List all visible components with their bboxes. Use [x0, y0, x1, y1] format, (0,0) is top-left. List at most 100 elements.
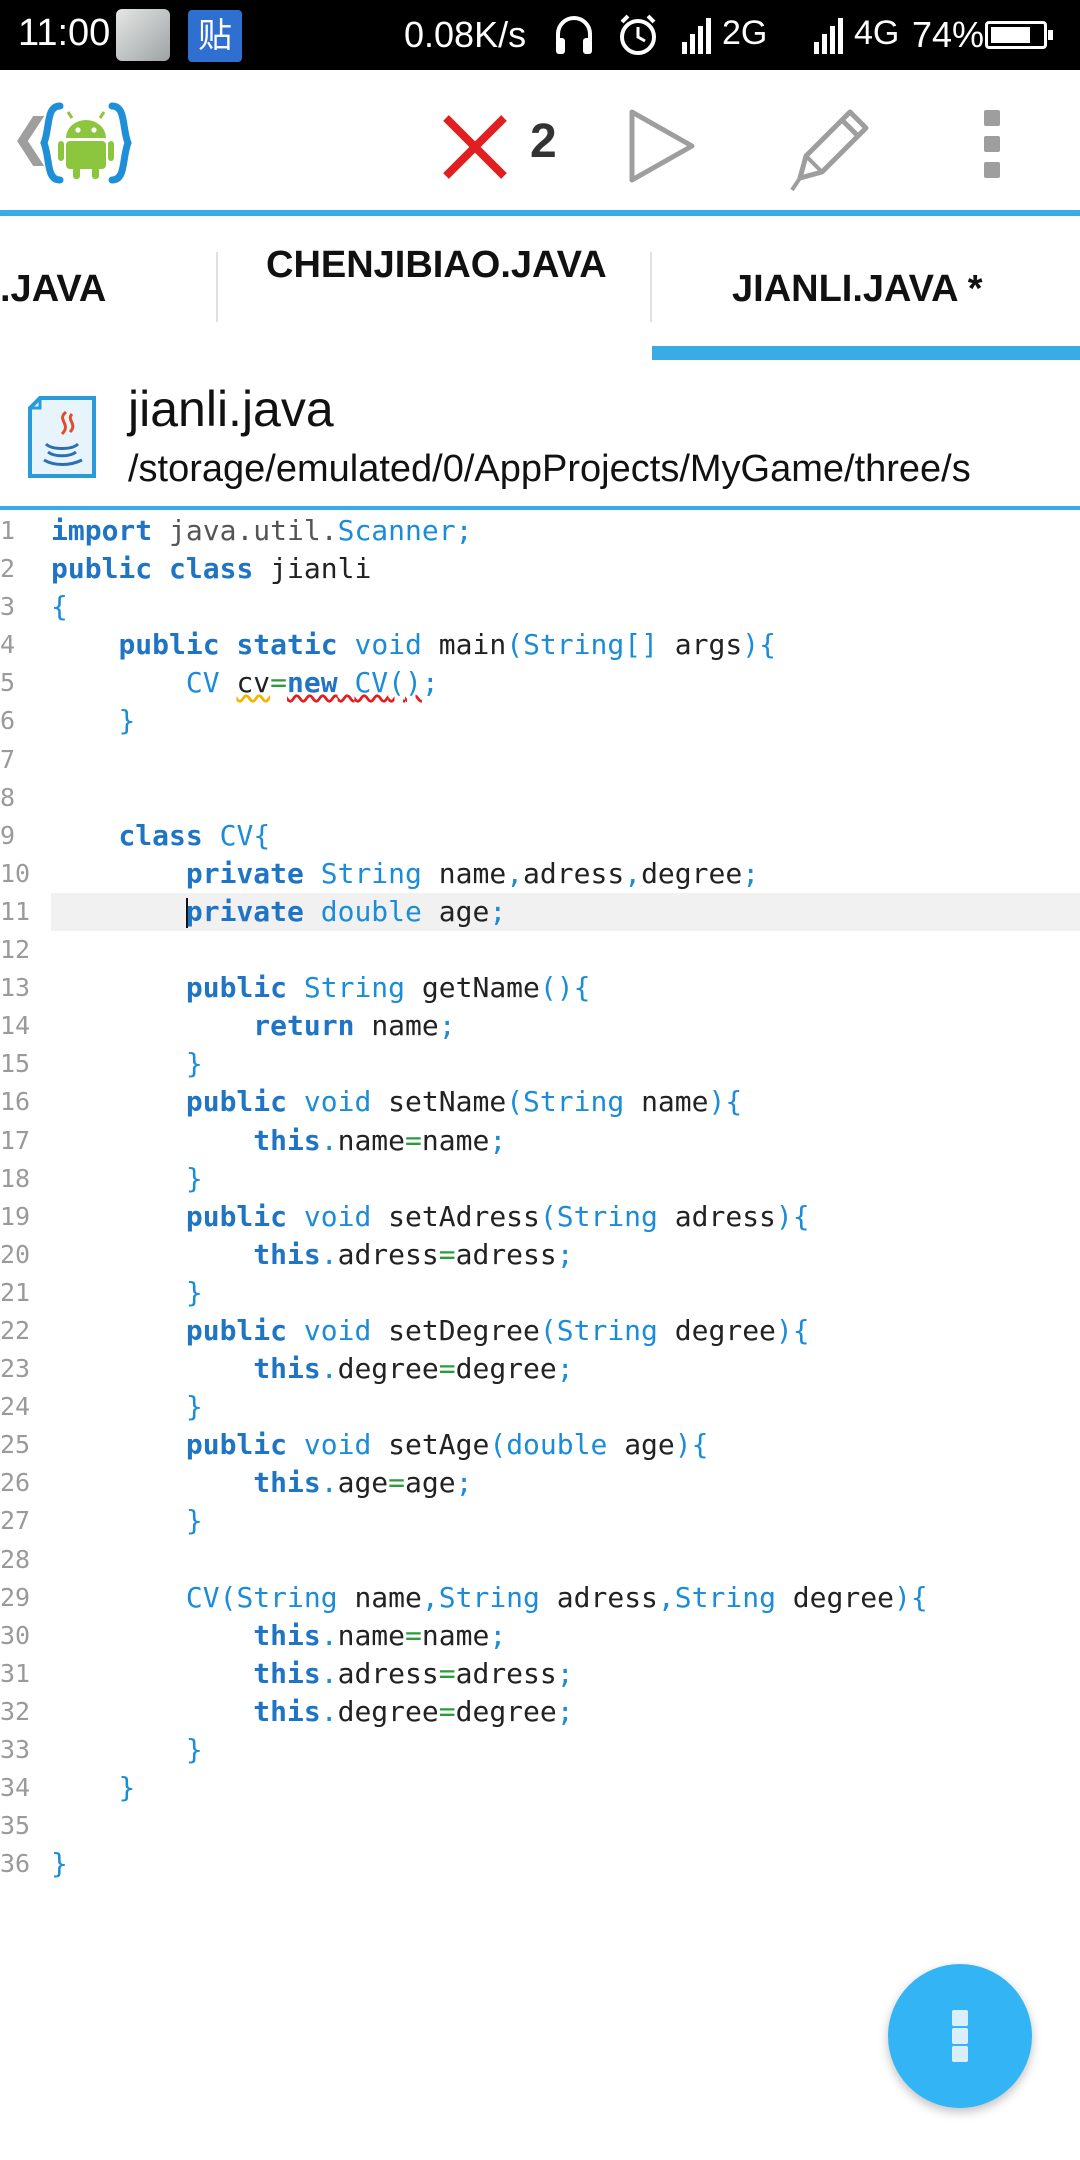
tieba-app-icon: 贴 [188, 10, 242, 62]
gallery-app-icon [116, 9, 170, 61]
tab-label: .JAVA [0, 268, 107, 310]
code-line[interactable]: 4 public static void main(String[] args)… [0, 626, 1080, 664]
code-line[interactable]: 26 this.age=age; [0, 1464, 1080, 1502]
app-toolbar: ❮ 2 [0, 70, 1080, 212]
code-text: this.adress=adress; [253, 1237, 574, 1271]
code-line[interactable]: 25 public void setAge(double age){ [0, 1426, 1080, 1464]
code-text: return name; [253, 1009, 456, 1043]
line-number: 14 [0, 1011, 31, 1041]
header-accent-line [0, 506, 1080, 510]
line-number: 13 [0, 973, 31, 1003]
line-number: 6 [0, 706, 16, 736]
line-number: 33 [0, 1735, 31, 1764]
aide-android-logo[interactable] [36, 98, 136, 188]
code-line[interactable]: 17 this.name=name; [0, 1122, 1080, 1160]
status-time: 11:00 [18, 12, 111, 54]
line-number: 36 [0, 1849, 31, 1879]
code-line[interactable]: 8 [0, 779, 1080, 817]
code-text: public void setDegree(String degree){ [185, 1313, 810, 1347]
line-number: 2 [0, 554, 16, 584]
code-line[interactable]: 31 this.adress=adress; [0, 1655, 1080, 1693]
line-number: 24 [0, 1392, 31, 1422]
line-number: 8 [0, 782, 16, 812]
code-line[interactable]: 28 [0, 1541, 1080, 1579]
code-line[interactable]: 20 this.adress=adress; [0, 1236, 1080, 1274]
code-text: this.degree=degree; [253, 1694, 574, 1728]
code-line[interactable]: 6 } [0, 702, 1080, 740]
code-line[interactable]: 30 this.name=name; [0, 1617, 1080, 1655]
run-play-icon[interactable] [626, 106, 698, 186]
error-count[interactable]: 2 [530, 114, 557, 169]
code-text: import java.util.Scanner; [51, 514, 473, 547]
line-number: 7 [0, 744, 16, 774]
line-number: 32 [0, 1696, 31, 1726]
line-number: 34 [0, 1773, 31, 1803]
code-text: CV(String name,String adress,String degr… [185, 1580, 928, 1614]
code-line[interactable]: 15 } [0, 1045, 1080, 1083]
error-x-icon[interactable] [440, 112, 510, 182]
code-text: private String name,adress,degree; [185, 856, 760, 890]
code-text: } [185, 1047, 203, 1081]
edit-pencil-icon[interactable] [780, 98, 880, 198]
line-number: 12 [0, 935, 31, 965]
active-tab-indicator [652, 346, 1080, 360]
code-line[interactable]: 3{ [0, 588, 1080, 626]
code-line[interactable]: 14 return name; [0, 1007, 1080, 1045]
code-line[interactable]: 2 public class jianli [0, 550, 1080, 588]
code-line[interactable]: 10 private String name,adress,degree; [0, 855, 1080, 893]
code-line[interactable]: 33 } [0, 1731, 1080, 1769]
code-line[interactable]: 19 public void setAdress(String adress){ [0, 1198, 1080, 1236]
code-line[interactable]: 9 class CV{ [0, 817, 1080, 855]
line-number: 15 [0, 1049, 31, 1079]
signal-icon [814, 18, 843, 54]
line-number: 20 [0, 1239, 31, 1269]
line-number: 21 [0, 1277, 31, 1307]
line-number: 5 [0, 668, 16, 698]
tab-jianli-java[interactable]: JIANLI.JAVA * [652, 216, 1080, 360]
code-line[interactable]: 29 CV(String name,String adress,String d… [0, 1579, 1080, 1617]
signal-4g-label: 4G [854, 14, 900, 52]
headset-icon [556, 16, 592, 54]
line-number: 18 [0, 1163, 31, 1193]
code-line[interactable]: 36} [0, 1845, 1080, 1883]
code-text: public void setAdress(String adress){ [185, 1199, 810, 1233]
code-line[interactable]: 21 } [0, 1274, 1080, 1312]
code-line[interactable]: 16 public void setName(String name){ [0, 1083, 1080, 1121]
code-line[interactable]: 24 } [0, 1388, 1080, 1426]
code-text: public class jianli [51, 552, 372, 586]
code-line[interactable]: 34 } [0, 1769, 1080, 1807]
code-text: class CV{ [118, 818, 271, 852]
fab-menu-button[interactable] [888, 1964, 1032, 2108]
code-line[interactable]: 18 } [0, 1160, 1080, 1198]
code-line[interactable]: 12 [0, 931, 1080, 969]
line-number: 25 [0, 1430, 31, 1460]
code-line[interactable]: 35 [0, 1807, 1080, 1845]
code-editor[interactable]: 1 import java.util.Scanner; 2 public class … [0, 512, 1080, 1942]
network-speed: 0.08K/s [404, 14, 527, 55]
line-number: 22 [0, 1315, 31, 1345]
code-text: this.age=age; [253, 1466, 473, 1500]
line-number: 3 [0, 592, 16, 622]
line-number: 29 [0, 1582, 31, 1612]
code-text: } [118, 1771, 136, 1805]
code-line[interactable]: 1 import java.util.Scanner; [0, 512, 1080, 550]
overflow-menu-icon[interactable] [980, 110, 1004, 190]
code-line[interactable]: 23 this.degree=degree; [0, 1350, 1080, 1388]
code-line[interactable]: 13 public String getName(){ [0, 969, 1080, 1007]
code-line[interactable]: 32 this.degree=degree; [0, 1693, 1080, 1731]
code-text: public String getName(){ [185, 971, 591, 1005]
line-number: 23 [0, 1354, 31, 1384]
status-bar: 11:00 贴 0.08K/s 2G 4G 74% [0, 0, 1080, 70]
java-file-icon [28, 396, 96, 478]
tab-chenjibiao-java[interactable]: CHENJIBIAO.JAVA [218, 216, 652, 360]
code-line[interactable]: 11 private double age; [0, 892, 1080, 931]
line-number: 17 [0, 1125, 31, 1155]
line-number: 16 [0, 1087, 31, 1117]
code-line[interactable]: 7 [0, 741, 1080, 779]
code-line[interactable]: 5 CV cv=new CV(); [0, 664, 1080, 702]
code-line[interactable]: 22 public void setDegree(String degree){ [0, 1312, 1080, 1350]
file-header: jianli.java /storage/emulated/0/AppProje… [0, 360, 1080, 508]
code-line[interactable]: 27 } [0, 1502, 1080, 1540]
tab-java[interactable]: .JAVA [0, 216, 216, 360]
line-number: 1 [0, 516, 16, 545]
